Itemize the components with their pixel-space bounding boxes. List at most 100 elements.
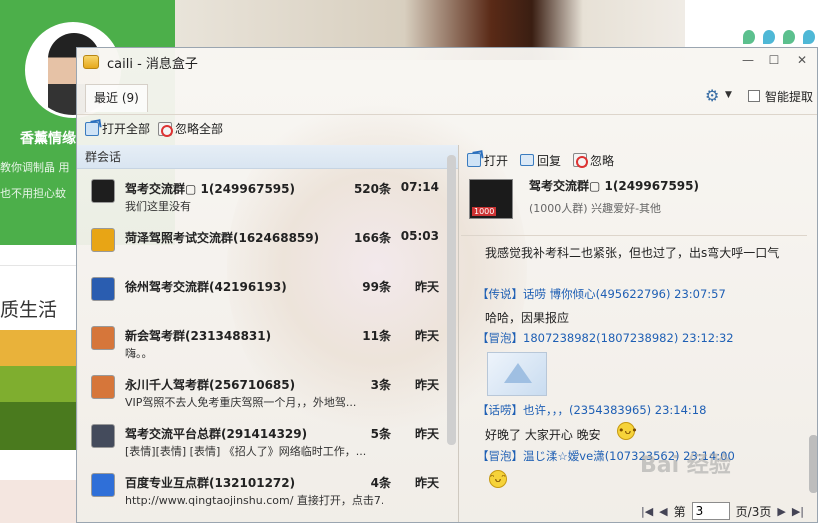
message-preview: http://www.qingtaojinshu.com/ 直接打开，点击7..… [125, 494, 383, 507]
ignore-icon [573, 153, 589, 168]
group-icon [91, 179, 115, 203]
chat-message: 我感觉我补考科二也紧张，但也过了，出s弯大呼一口气 [485, 246, 780, 260]
group-name: 永川千人驾考群(256710685) [125, 378, 296, 392]
chevron-down-icon[interactable]: ▼ [725, 90, 732, 100]
food-photo [0, 330, 78, 450]
minimize-button[interactable]: — [737, 52, 759, 68]
close-button[interactable]: ✕ [791, 52, 813, 68]
conversation-toolbar: 打开 回复 忽略 [467, 149, 614, 171]
message-preview: 我们这里没有 [125, 200, 191, 213]
leaf-decoration [803, 30, 815, 44]
message-count: 3条 [370, 378, 391, 392]
pager: |◀ ◀ 第 页/3页 ▶ ▶| [641, 501, 804, 521]
group-icon [91, 277, 115, 301]
group-name: 百度专业互点群(132101272) [125, 476, 296, 490]
chat-sender[interactable]: 【话唠】也许，，，(2354383965) 23:14:18 [477, 402, 706, 418]
message-count: 11条 [362, 329, 391, 343]
message-preview: 嗨。。 [125, 347, 153, 360]
open-all-label: 打开全部 [102, 122, 151, 136]
chat-sender[interactable]: 【冒泡】1807238982(1807238982) 23:12:32 [477, 330, 734, 346]
group-icon [91, 473, 115, 497]
message-count: 5条 [370, 427, 391, 441]
group-icon [91, 375, 115, 399]
ignore-label: 忽略 [590, 153, 615, 168]
open-all-button[interactable]: 打开全部 [85, 120, 150, 137]
chat-history: 我感觉我补考科二也紧张，但也过了，出s弯大呼一口气 【传说】话唠 博你倾心(49… [461, 235, 807, 497]
group-name: 菏泽驾照考试交流群(162468859) [125, 231, 320, 245]
message-time: 07:14 [400, 180, 439, 194]
leaf-decoration [743, 30, 755, 44]
group-list-item[interactable]: 驾考交流群▢ 1(249967595) 520条 07:14 我们这里没有 [77, 173, 445, 222]
ignore-all-button[interactable]: 忽略全部 [158, 120, 223, 137]
message-time: 昨天 [414, 427, 439, 441]
group-list-item[interactable]: 百度专业互点群(132101272) 4条 昨天 http://www.qingtao… [77, 467, 445, 516]
last-page-icon[interactable]: ▶| [792, 505, 804, 518]
ignore-button[interactable]: 忽略 [573, 152, 614, 169]
reply-label: 回复 [537, 153, 562, 168]
first-page-icon[interactable]: |◀ [641, 505, 653, 518]
group-list-item[interactable]: 永川千人驾考群(256710685) 3条 昨天 VIP驾照不去人免考重庆驾照一个月，… [77, 369, 445, 418]
reply-icon [520, 154, 535, 166]
group-list-item[interactable]: 菏泽驾照考试交流群(162468859) 166条 05:03 [77, 222, 445, 271]
emoji-thinking-icon: •ᴗ• [617, 422, 638, 440]
group-list: 驾考交流群▢ 1(249967595) 520条 07:14 我们这里没有菏泽驾照考试… [77, 173, 445, 516]
open-icon [85, 121, 99, 136]
gear-icon[interactable]: ⚙ [705, 86, 719, 105]
leaf-decoration [783, 30, 795, 44]
group-name: 新会驾考群(231348831) [125, 329, 272, 343]
group-icon [91, 228, 115, 252]
chat-scrollbar[interactable] [809, 235, 817, 497]
leaf-decoration [763, 30, 775, 44]
chat-message: 好晚了 大家开心 晚安 [485, 428, 601, 442]
group-list-header: 群会话 [77, 145, 458, 169]
ignore-icon [158, 121, 174, 137]
next-page-icon[interactable]: ▶ [777, 505, 785, 518]
maximize-button[interactable]: ☐ [763, 52, 785, 68]
divider [0, 265, 80, 266]
message-box-icon [83, 55, 99, 69]
smart-extract-label[interactable]: 智能提取 [765, 88, 813, 105]
message-time: 昨天 [414, 329, 439, 343]
group-meta: (1000人群) 兴趣爱好-其他 [529, 202, 662, 215]
message-count: 99条 [362, 280, 391, 294]
prev-page-icon[interactable]: ◀ [659, 505, 667, 518]
author-name: 香薰情缘 [20, 131, 76, 147]
message-time: 05:03 [400, 229, 439, 243]
message-time: 昨天 [414, 280, 439, 294]
smart-extract-checkbox[interactable] [748, 90, 760, 102]
page-number-input[interactable] [691, 502, 730, 520]
group-list-item[interactable]: 徐州驾考交流群(42196193) 99条 昨天 [77, 271, 445, 320]
tab-recent[interactable]: 最近 (9) [85, 84, 148, 112]
open-label: 打开 [484, 153, 509, 168]
scrollbar-thumb[interactable] [447, 155, 456, 445]
group-icon [91, 424, 115, 448]
scrollbar-thumb[interactable] [809, 435, 817, 493]
group-avatar[interactable]: 1000 [469, 179, 513, 219]
food-photo [0, 480, 78, 523]
author-quote: 教你调制晶 用也不用担心蚊 [0, 161, 70, 200]
message-count: 4条 [370, 476, 391, 490]
group-list-scrollbar[interactable] [447, 145, 456, 522]
pager-label-after: 页/3页 [735, 504, 772, 519]
reply-button[interactable]: 回复 [520, 152, 561, 169]
baidu-watermark: Bai 经验 [640, 453, 731, 478]
window-title: caili - 消息盒子 [107, 56, 198, 72]
group-avatar-badge: 1000 [472, 207, 497, 216]
group-list-item[interactable]: 驾考交流平台总群(291414329) 5条 昨天 [表情][表情] [表情] 《招人… [77, 418, 445, 467]
message-count: 520条 [353, 182, 391, 196]
chat-message: 哈哈，因果报应 [485, 311, 570, 325]
chat-sender[interactable]: 【传说】话唠 博你倾心(495622796) 23:07:57 [477, 286, 726, 302]
title-bar[interactable]: caili - 消息盒子 [77, 48, 817, 76]
open-button[interactable]: 打开 [467, 152, 508, 169]
group-list-pane: 群会话 驾考交流群▢ 1(249967595) 520条 07:14 我们这里没有菏泽… [77, 145, 459, 522]
open-icon [467, 153, 481, 167]
message-time: 昨天 [414, 476, 439, 490]
image-placeholder[interactable] [487, 352, 547, 396]
group-icon [91, 326, 115, 350]
message-time: 昨天 [414, 378, 439, 392]
group-name: 驾考交流群▢ 1(249967595) [125, 182, 295, 196]
pager-label-before: 第 [673, 504, 686, 519]
message-preview: VIP驾照不去人免考重庆驾照一个月，，外地驾... [125, 396, 357, 409]
group-list-item[interactable]: 新会驾考群(231348831) 11条 昨天嗨。。 [77, 320, 445, 369]
group-name: 徐州驾考交流群(42196193) [125, 280, 287, 294]
